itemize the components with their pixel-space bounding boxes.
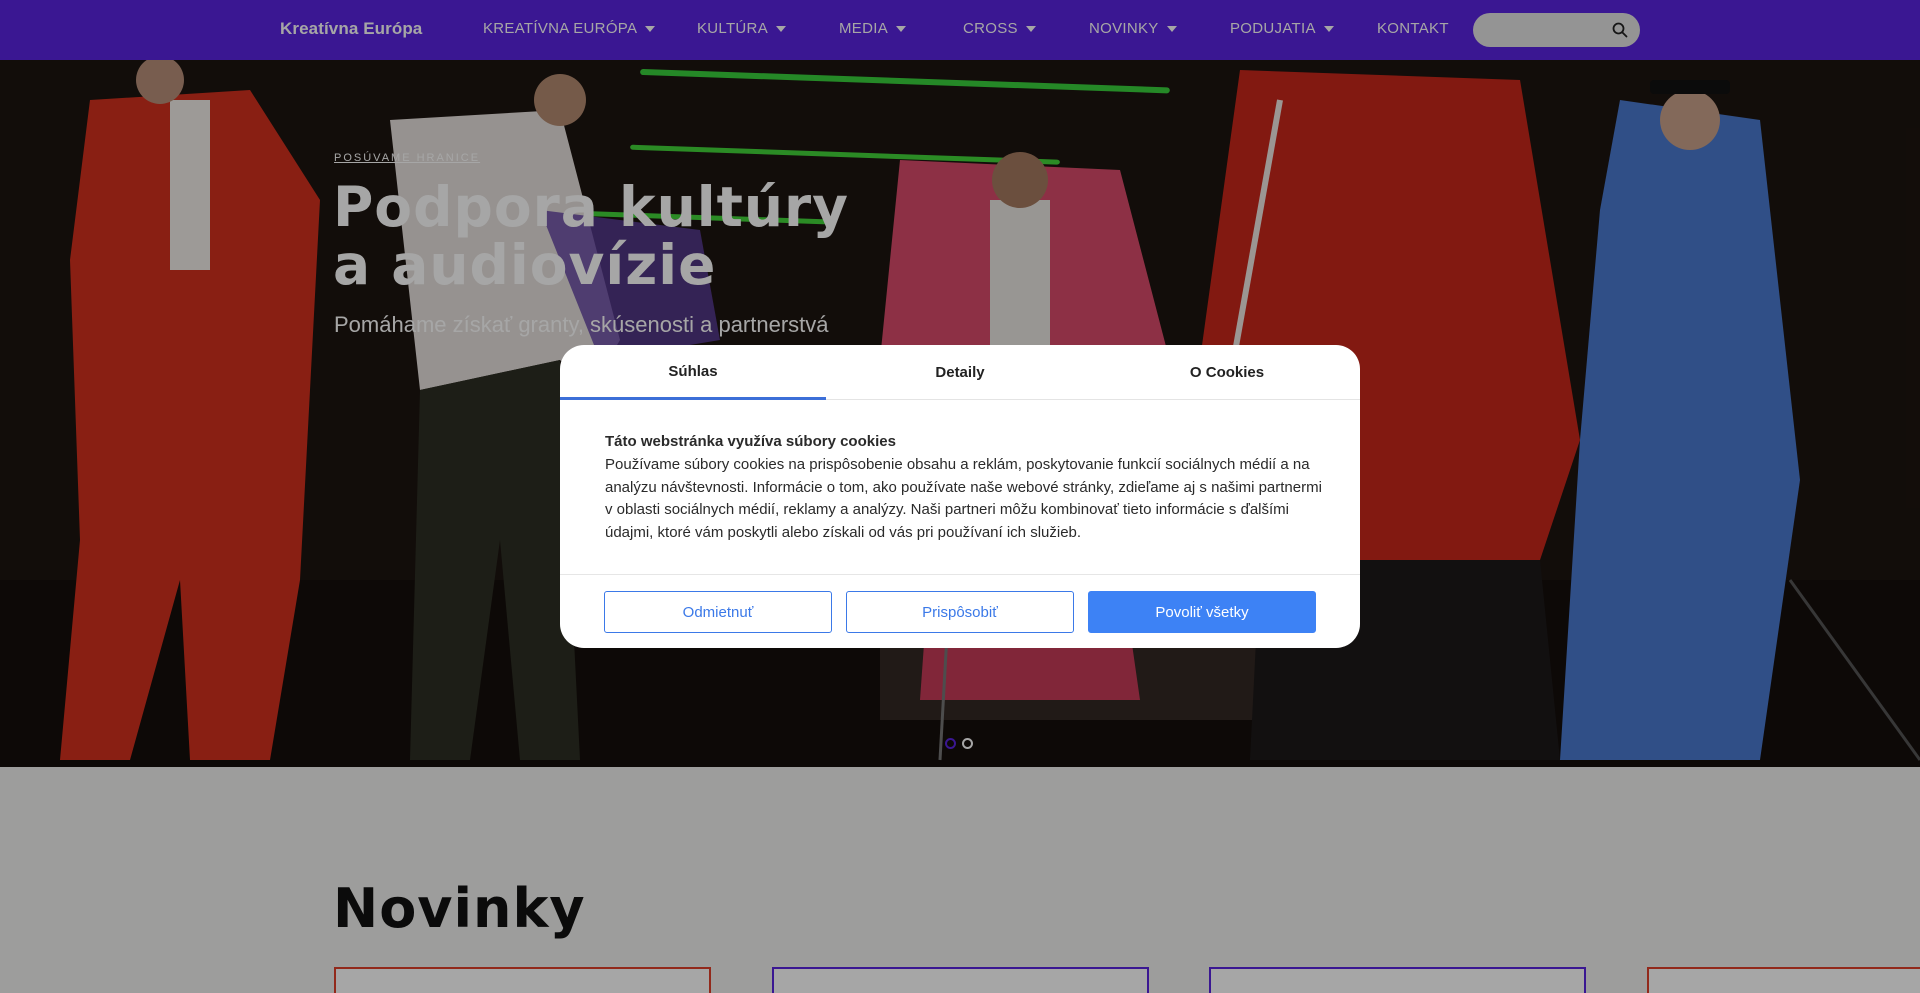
tab-suhlas[interactable]: Súhlas xyxy=(560,345,826,400)
accept-all-button[interactable]: Povoliť všetky xyxy=(1088,591,1316,633)
divider xyxy=(560,574,1360,575)
cookie-tabs: Súhlas Detaily O Cookies xyxy=(560,345,1360,400)
reject-button[interactable]: Odmietnuť xyxy=(604,591,832,633)
tab-o-cookies[interactable]: O Cookies xyxy=(1094,345,1360,400)
cookie-text: Používame súbory cookies na prispôsobeni… xyxy=(605,456,1322,541)
tab-detaily[interactable]: Detaily xyxy=(827,345,1093,400)
cookie-message: Táto webstránka využíva súbory cookies P… xyxy=(605,433,1325,544)
cookie-consent-dialog: Súhlas Detaily O Cookies Táto webstránka… xyxy=(560,345,1360,648)
customize-button[interactable]: Prispôsobiť xyxy=(846,591,1074,633)
cookie-title: Táto webstránka využíva súbory cookies xyxy=(605,433,896,450)
